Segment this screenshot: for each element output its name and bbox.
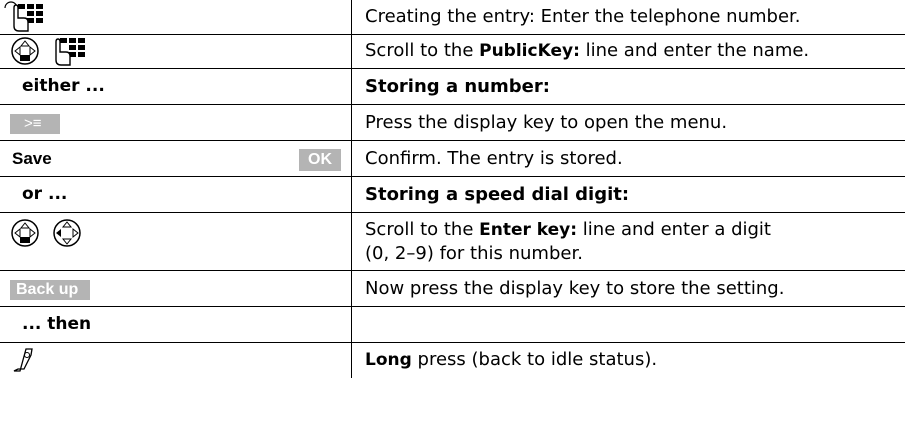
step-left-cell: Back up xyxy=(0,270,352,307)
step-left-cell xyxy=(0,342,352,378)
step-text-prefix: Scroll to the xyxy=(365,40,480,61)
step-text-prefix: Scroll to the xyxy=(365,218,480,240)
ok-display-key[interactable]: OK xyxy=(299,148,341,171)
table-row: or ... Storing a speed dial digit: xyxy=(0,176,905,213)
table-row: Scroll to the Enter key: line and enter … xyxy=(0,212,905,271)
step-keyword: PublicKey: xyxy=(479,41,580,61)
keypad-icon xyxy=(55,38,85,66)
table-row: either ... Storing a number: xyxy=(0,68,905,105)
step-left-cell: Save OK xyxy=(0,140,352,177)
section-heading: Storing a speed dial digit: xyxy=(351,176,905,213)
step-text-suffix: line and enter the name. xyxy=(579,40,810,61)
table-row: Save OK Confirm. The entry is stored. xyxy=(0,140,905,177)
keypad-icon xyxy=(13,3,43,32)
step-left-cell xyxy=(0,212,352,271)
step-keyword: Enter key: xyxy=(479,219,578,240)
step-right-cell: Scroll to the Enter key: line and enter … xyxy=(351,212,905,271)
table-row: Back up Now press the display key to sto… xyxy=(0,270,905,307)
step-left-cell xyxy=(0,0,352,35)
step-right-cell: Scroll to the PublicKey: line and enter … xyxy=(351,34,905,69)
section-heading: Storing a number: xyxy=(351,68,905,105)
back-up-display-key[interactable]: Back up xyxy=(10,279,91,300)
step-text-suffix: press (back to idle status). xyxy=(411,349,658,371)
step-keyword: Long xyxy=(365,350,412,371)
instruction-table: Creating the entry: Enter the telephone … xyxy=(0,0,905,378)
step-right-cell: Creating the entry: Enter the telephone … xyxy=(351,0,905,35)
nav-key-icon xyxy=(11,218,39,247)
table-row: Scroll to the PublicKey: line and enter … xyxy=(0,34,905,69)
table-row: Creating the entry: Enter the telephone … xyxy=(0,0,905,35)
condition-label: or ... xyxy=(22,184,68,204)
step-right-cell: Confirm. The entry is stored. xyxy=(351,140,905,177)
step-right-cell: Now press the display key to store the s… xyxy=(351,270,905,307)
step-text-suffix: line and enter a digit xyxy=(577,218,771,240)
step-left-cell: ˃≡ xyxy=(0,104,352,141)
nav-key-down-icon xyxy=(52,218,81,247)
step-left-cell: ... then xyxy=(0,306,352,343)
nav-key-icon xyxy=(11,37,39,65)
end-call-icon xyxy=(13,348,33,372)
step-left-cell: either ... xyxy=(0,68,352,105)
menu-display-key[interactable]: ˃≡ xyxy=(10,113,60,134)
step-left-cell: or ... xyxy=(0,176,352,213)
step-right-cell: Press the display key to open the menu. xyxy=(351,104,905,141)
condition-label: ... then xyxy=(22,314,92,334)
condition-label: either ... xyxy=(22,76,105,96)
step-left-cell xyxy=(0,34,352,69)
table-row: Long press (back to idle status). xyxy=(0,342,905,378)
table-row: ˃≡ Press the display key to open the men… xyxy=(0,104,905,141)
step-right-cell: Long press (back to idle status). xyxy=(351,342,905,378)
menu-item-save[interactable]: Save xyxy=(10,149,52,168)
step-text-line2: (0, 2–9) for this number. xyxy=(365,242,583,264)
step-right-cell xyxy=(351,306,905,343)
table-row: ... then xyxy=(0,306,905,343)
